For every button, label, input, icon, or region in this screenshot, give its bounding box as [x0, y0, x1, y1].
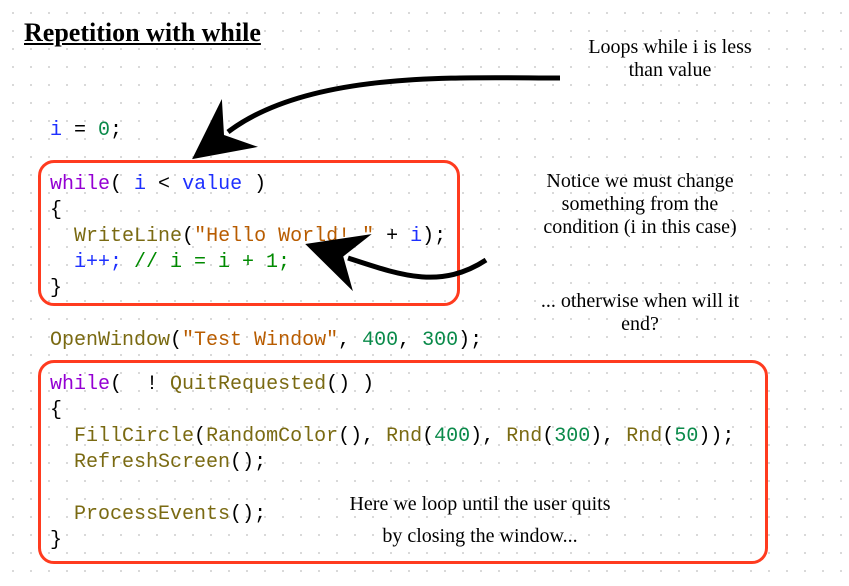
tok-fp2: ) — [710, 425, 722, 448]
tok-i3 — [50, 425, 74, 448]
tok-writeline: WriteLine — [74, 225, 182, 248]
tok-rnd2: Rnd — [506, 425, 542, 448]
tok-indent1 — [50, 225, 74, 248]
tok-pep: () — [230, 503, 254, 526]
tok-rnd1: Rnd — [386, 425, 422, 448]
tok-i5 — [50, 503, 74, 526]
tok-ro1: ( — [422, 425, 434, 448]
code-loop1: while( i < value ) { WriteLine("Hello Wo… — [50, 172, 446, 302]
tok-eq: = — [62, 119, 98, 142]
tok-not: ! — [134, 373, 170, 396]
tok-while2: while — [50, 373, 110, 396]
tok-300b: 300 — [554, 425, 590, 448]
tok-while: while — [50, 173, 110, 196]
tok-c3: , — [362, 425, 386, 448]
tok-c1: , — [338, 329, 362, 352]
tok-fp1: ( — [194, 425, 206, 448]
tok-lt: < — [146, 173, 182, 196]
tok-rc2: ) — [590, 425, 602, 448]
tok-openwin: OpenWindow — [50, 329, 170, 352]
tok-50: 50 — [674, 425, 698, 448]
tok-indent2 — [50, 251, 74, 274]
tok-wi: i — [410, 225, 422, 248]
tok-bc2: } — [50, 529, 62, 552]
page-title: Repetition with while — [24, 18, 261, 48]
tok-p1: ( — [182, 225, 194, 248]
tok-testwin: "Test Window" — [182, 329, 338, 352]
tok-op1: ( — [170, 329, 182, 352]
tok-rnd3: Rnd — [626, 425, 662, 448]
tok-rcp: () — [338, 425, 362, 448]
tok-ro2: ( — [542, 425, 554, 448]
tok-fillcircle: FillCircle — [74, 425, 194, 448]
tok-i4 — [50, 451, 74, 474]
tok-i: i — [50, 119, 62, 142]
annotation-4: Here we loop until the user quitsby clos… — [260, 488, 700, 552]
tok-ro3: ( — [662, 425, 674, 448]
tok-c4: , — [482, 425, 506, 448]
tok-bo2: { — [50, 399, 62, 422]
tok-rc3: ) — [698, 425, 710, 448]
annotation-3: ... otherwise when will itend? — [480, 290, 800, 336]
tok-inc: i++; — [74, 251, 122, 274]
tok-rfp: () — [230, 451, 254, 474]
tok-semi: ; — [110, 119, 122, 142]
tok-lp2: ( — [110, 373, 134, 396]
tok-s1: ; — [434, 225, 446, 248]
tok-lp: ( — [110, 173, 134, 196]
code-init: i = 0; — [50, 118, 122, 144]
tok-process: ProcessEvents — [74, 503, 230, 526]
tok-c2: , — [398, 329, 422, 352]
tok-s3: ; — [722, 425, 734, 448]
tok-ci: i — [134, 173, 146, 196]
code-openwindow: OpenWindow("Test Window", 400, 300); — [50, 328, 482, 354]
tok-refresh: RefreshScreen — [74, 451, 230, 474]
tok-plus: + — [374, 225, 410, 248]
tok-s4: ; — [254, 451, 266, 474]
tok-rp: ) — [242, 173, 266, 196]
tok-quit: QuitRequested — [170, 373, 326, 396]
tok-c5: , — [602, 425, 626, 448]
tok-rp2: ) — [350, 373, 374, 396]
tok-p2: ) — [422, 225, 434, 248]
tok-op2: ) — [458, 329, 470, 352]
tok-400a: 400 — [362, 329, 398, 352]
tok-value: value — [182, 173, 242, 196]
tok-zero: 0 — [98, 119, 110, 142]
tok-ep: () — [326, 373, 350, 396]
annotation-1: Loops while i is lessthan value — [540, 36, 800, 82]
arrow-1 — [228, 78, 560, 132]
tok-randcolor: RandomColor — [206, 425, 338, 448]
tok-hello: "Hello World! " — [194, 225, 374, 248]
annotation-2: Notice we must changesomething from thec… — [490, 170, 790, 239]
tok-300a: 300 — [422, 329, 458, 352]
tok-comment: // i = i + 1; — [122, 251, 290, 274]
tok-rc1: ) — [470, 425, 482, 448]
tok-bc: } — [50, 277, 62, 300]
tok-400b: 400 — [434, 425, 470, 448]
tok-bo: { — [50, 199, 62, 222]
